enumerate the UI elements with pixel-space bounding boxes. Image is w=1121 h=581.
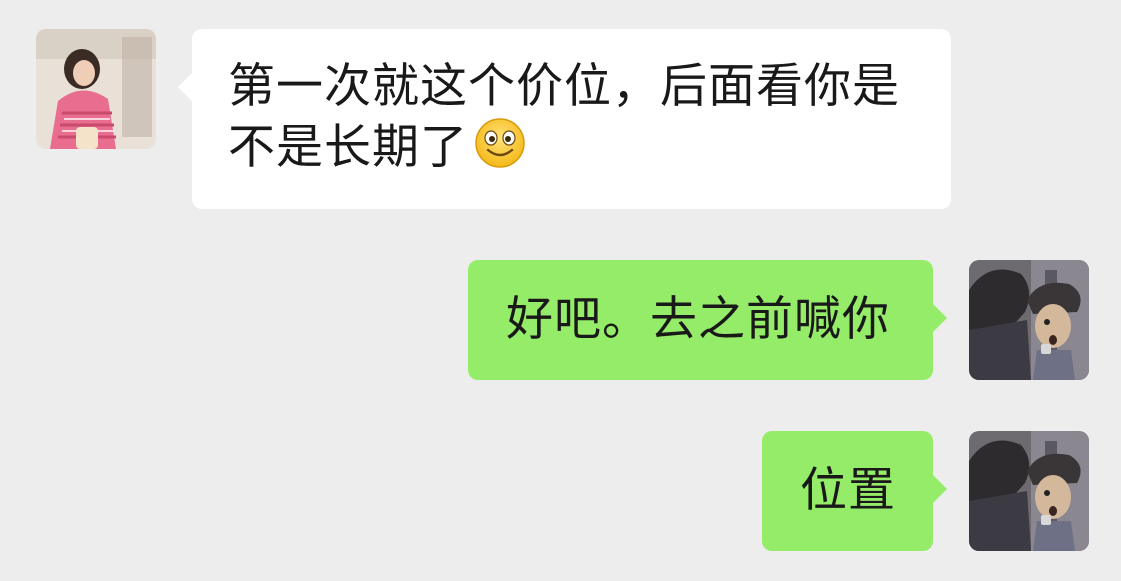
bubble-tail bbox=[933, 304, 947, 332]
outgoing-message-bubble[interactable]: 好吧。去之前喊你 bbox=[468, 260, 947, 380]
bubble-tail bbox=[178, 73, 192, 101]
message-text-line: 不是长期了 bbox=[228, 117, 921, 178]
my-avatar-photo-icon bbox=[969, 260, 1089, 380]
bubble-tail bbox=[933, 475, 947, 503]
smiling-face-emoji-icon bbox=[475, 118, 525, 168]
incoming-message-bubble[interactable]: 第一次就这个价位，后面看你是 不是长期了 bbox=[178, 29, 951, 209]
my-avatar[interactable] bbox=[969, 260, 1089, 380]
contact-avatar-photo-icon bbox=[36, 29, 156, 149]
my-avatar[interactable] bbox=[969, 431, 1089, 551]
my-avatar-photo-icon bbox=[969, 431, 1089, 551]
message-text-line: 第一次就这个价位，后面看你是 bbox=[228, 59, 900, 114]
message-text: 好吧。去之前喊你 bbox=[506, 292, 890, 347]
message-text: 位置 bbox=[800, 463, 896, 518]
contact-avatar[interactable] bbox=[36, 29, 156, 149]
outgoing-message-bubble[interactable]: 位置 bbox=[762, 431, 947, 551]
